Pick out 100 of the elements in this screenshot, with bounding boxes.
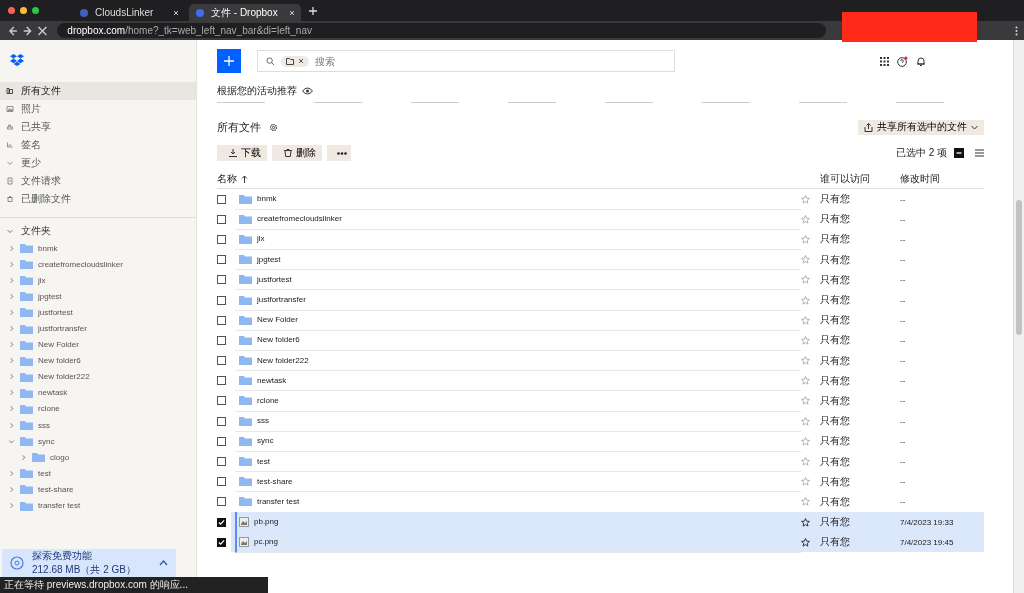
settings-icon[interactable] <box>269 122 278 132</box>
file-row[interactable]: test 只有您 -- <box>231 451 984 472</box>
nav-item[interactable]: 签名 <box>0 136 196 154</box>
nav-item[interactable]: 文件请求 <box>0 172 196 190</box>
search-field[interactable]: 搜索 <box>315 55 666 67</box>
folder-tree-item[interactable]: newtask <box>0 384 196 401</box>
name-column-header[interactable]: 名称 <box>217 172 820 186</box>
file-row[interactable]: sync 只有您 -- <box>231 431 984 452</box>
checkbox[interactable] <box>217 295 226 305</box>
file-row[interactable]: New folder222 只有您 -- <box>231 350 984 371</box>
star-icon[interactable] <box>801 194 810 204</box>
star-icon[interactable] <box>801 315 810 325</box>
nav-item[interactable]: 所有文件 <box>0 82 196 100</box>
folder-tree-item[interactable]: transfer test <box>0 497 196 514</box>
new-tab-icon[interactable] <box>309 6 317 15</box>
close-window-icon[interactable] <box>8 7 15 14</box>
file-name[interactable]: transfer test <box>257 496 300 506</box>
star-icon[interactable] <box>801 457 810 467</box>
file-name[interactable]: jpgtest <box>257 254 281 264</box>
file-name[interactable]: bnmk <box>257 194 277 204</box>
file-name[interactable]: justfortest <box>257 274 292 284</box>
file-name[interactable]: createfromecloudslinker <box>257 214 342 224</box>
more-button[interactable] <box>327 145 351 161</box>
file-name[interactable]: jlx <box>257 234 265 244</box>
menu-icon[interactable] <box>1015 25 1018 36</box>
delete-button[interactable]: 删除 <box>272 145 322 161</box>
folder-filter-chip[interactable] <box>281 55 309 67</box>
folder-tree-item[interactable]: New folder6 <box>0 352 196 369</box>
search-bar[interactable]: 搜索 <box>257 50 675 72</box>
folder-tree-item[interactable]: justfortest <box>0 304 196 321</box>
address-bar[interactable]: dropbox.com/home?_tk=web_left_nav_bar&di=left_nav <box>57 23 827 38</box>
star-icon[interactable] <box>801 396 810 406</box>
close-icon[interactable] <box>289 9 295 16</box>
checkbox[interactable] <box>217 356 226 366</box>
remove-icon[interactable] <box>298 58 304 64</box>
browser-tab[interactable]: CloudsLinker <box>73 4 185 21</box>
nav-item[interactable]: 更少 <box>0 154 196 172</box>
checkbox[interactable] <box>217 315 226 325</box>
star-icon[interactable] <box>801 295 810 305</box>
star-icon[interactable] <box>801 416 810 426</box>
file-row[interactable]: jlx 只有您 -- <box>231 229 984 250</box>
checkbox[interactable] <box>217 194 226 204</box>
file-name[interactable]: justfortransfer <box>257 295 306 305</box>
folder-tree-item[interactable]: test-share <box>0 481 196 498</box>
nav-item[interactable]: 照片 <box>0 100 196 118</box>
checkbox[interactable] <box>217 477 226 487</box>
deselect-checkbox-icon[interactable] <box>954 148 964 158</box>
folder-tree-item[interactable]: New folder222 <box>0 368 196 385</box>
chevron-up-icon[interactable] <box>159 560 168 566</box>
checkbox[interactable] <box>217 335 226 345</box>
minimize-icon[interactable] <box>20 7 27 14</box>
browser-tab[interactable]: 文件 - Dropbox <box>189 4 301 21</box>
nav-item[interactable]: 已删除文件 <box>0 190 196 208</box>
checkbox[interactable] <box>217 457 226 467</box>
file-row[interactable]: test-share 只有您 -- <box>231 471 984 492</box>
close-icon[interactable] <box>173 9 179 16</box>
file-name[interactable]: rclone <box>257 395 279 405</box>
checkbox[interactable] <box>217 255 226 265</box>
folder-tree-item[interactable]: test <box>0 465 196 482</box>
folder-tree-item[interactable]: sss <box>0 417 196 434</box>
recommendations-label[interactable]: 根据您的活动推荐 <box>217 86 984 96</box>
star-icon[interactable] <box>801 376 810 386</box>
folder-tree-item[interactable]: createfromecloudslinker <box>0 256 196 273</box>
folder-tree-item[interactable]: rclone <box>0 400 196 418</box>
file-name[interactable]: newtask <box>257 375 287 385</box>
checkbox[interactable] <box>217 214 226 224</box>
file-row[interactable]: rclone 只有您 -- <box>231 390 984 412</box>
apps-grid-icon[interactable] <box>880 56 889 66</box>
folder-tree-item[interactable]: jpgtest <box>0 288 196 305</box>
file-row[interactable]: justfortest 只有您 -- <box>231 269 984 290</box>
nav-item[interactable]: 已共享 <box>0 118 196 136</box>
checkbox[interactable] <box>217 416 226 426</box>
create-button[interactable] <box>217 49 241 73</box>
file-name[interactable]: test <box>257 456 270 466</box>
file-row[interactable]: New Folder 只有您 -- <box>231 310 984 331</box>
file-name[interactable]: sync <box>257 436 274 446</box>
star-icon[interactable] <box>801 275 810 285</box>
list-view-icon[interactable] <box>975 149 984 157</box>
file-row[interactable]: bnmk 只有您 -- <box>231 189 984 210</box>
file-row[interactable]: sss 只有您 -- <box>231 411 984 432</box>
star-icon[interactable] <box>801 356 810 366</box>
star-icon[interactable] <box>801 214 810 224</box>
folder-tree-item[interactable]: New Folder <box>0 336 196 353</box>
file-row[interactable]: justfortransfer 只有您 -- <box>231 289 984 311</box>
checkbox[interactable] <box>217 436 226 446</box>
navigation-icons[interactable] <box>6 25 50 36</box>
folder-tree-item[interactable]: jlx <box>0 272 196 289</box>
bell-icon[interactable] <box>916 56 926 66</box>
checkbox[interactable] <box>217 497 226 507</box>
file-name[interactable]: New folder222 <box>257 355 309 365</box>
star-icon[interactable] <box>801 436 810 446</box>
file-name[interactable]: sss <box>257 416 269 426</box>
star-icon[interactable] <box>801 497 810 507</box>
star-icon[interactable] <box>801 517 810 527</box>
checkbox[interactable] <box>217 396 226 406</box>
folder-tree-item[interactable]: bnmk <box>0 240 196 257</box>
folder-tree-item[interactable]: clogo <box>0 449 196 466</box>
file-name[interactable]: test-share <box>257 476 293 486</box>
download-button[interactable]: 下载 <box>217 145 267 161</box>
folder-tree-item[interactable]: justfortransfer <box>0 320 196 337</box>
